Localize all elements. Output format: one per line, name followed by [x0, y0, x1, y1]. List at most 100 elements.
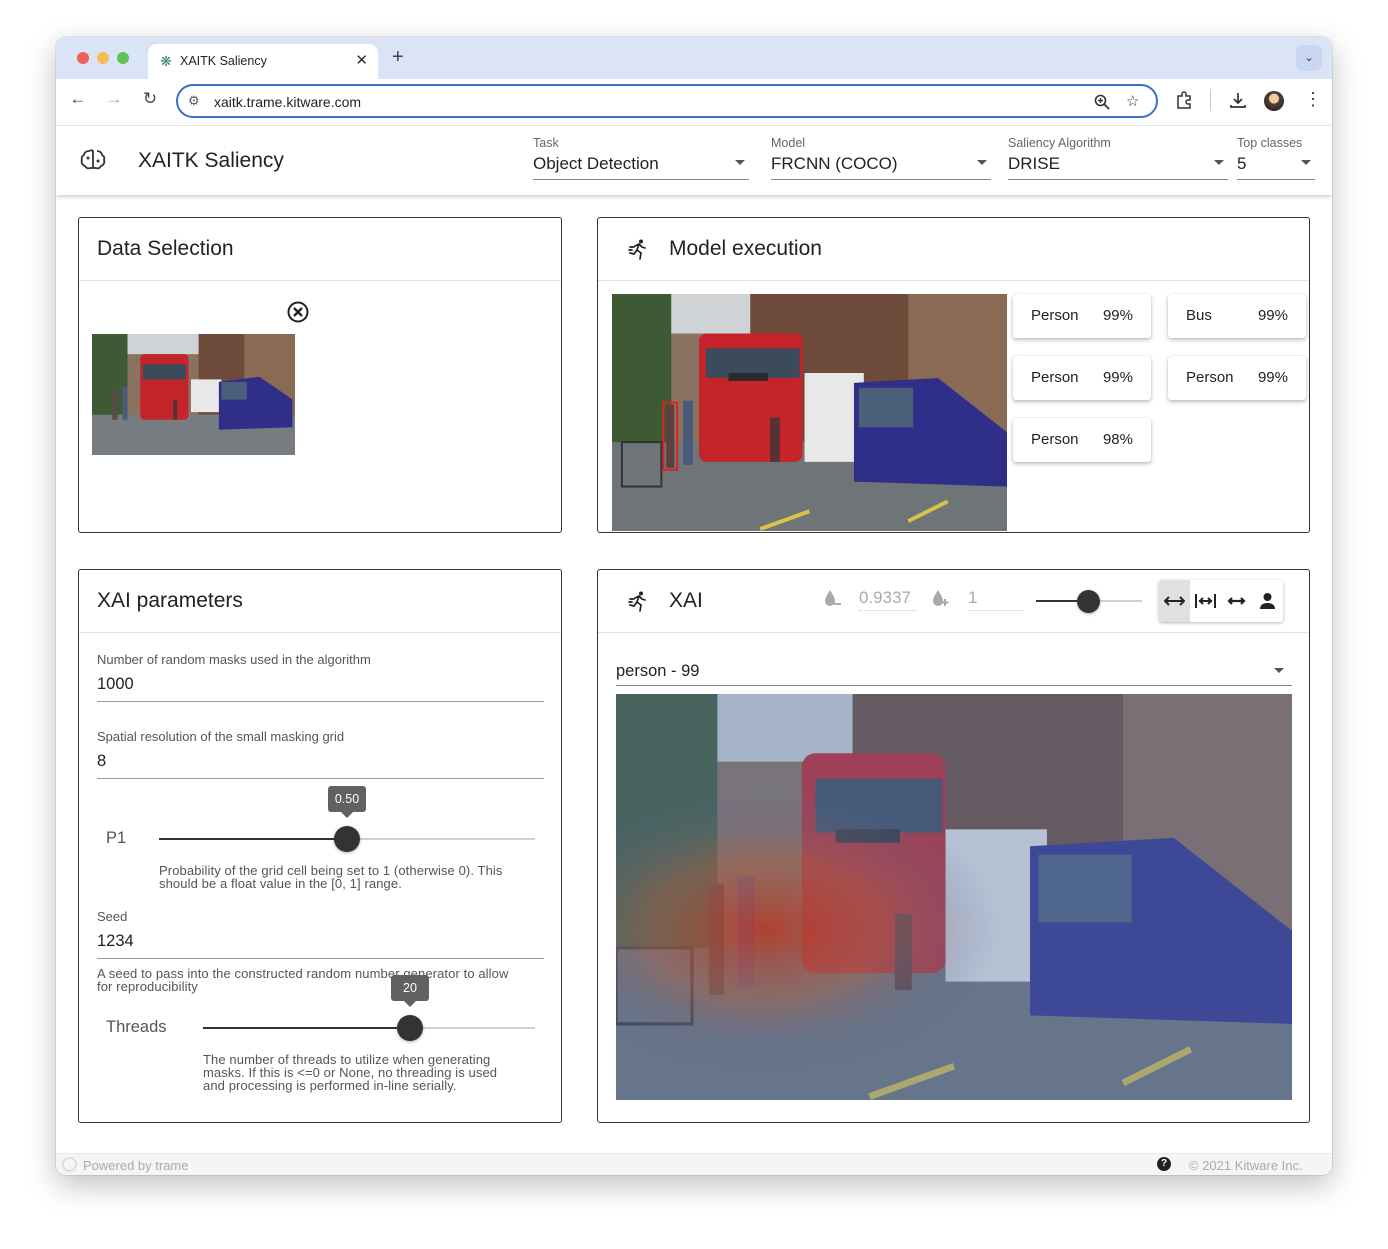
p1-hint-line: should be a float value in the [0, 1] ra… — [159, 876, 402, 891]
person-icon — [1260, 593, 1275, 609]
minimize-window-button[interactable] — [97, 52, 109, 64]
detection-label: Person — [1031, 431, 1079, 448]
run-icon — [628, 591, 646, 612]
card-header: XAI 0.9337 1 — [598, 570, 1309, 633]
card-title: Model execution — [669, 237, 822, 260]
saliency-algorithm-select[interactable]: Saliency Algorithm DRISE — [1008, 136, 1228, 180]
close-tab-icon[interactable]: ✕ — [355, 51, 368, 69]
model-select[interactable]: Model FRCNN (COCO) — [771, 136, 991, 180]
bookmark-star-icon[interactable]: ☆ — [1126, 92, 1139, 110]
detection-score: 98% — [1102, 431, 1133, 448]
back-arrow-icon[interactable]: ← — [67, 89, 89, 109]
threads-slider-fill — [203, 1027, 409, 1029]
toggle-fit-height-button[interactable] — [1190, 580, 1221, 622]
detection-chip[interactable]: Person 99% — [1013, 356, 1151, 400]
remove-image-icon[interactable] — [287, 301, 309, 323]
task-select-label: Task — [533, 136, 559, 150]
powered-by-text[interactable]: Powered by trame — [83, 1158, 189, 1173]
forward-arrow-icon[interactable]: → — [103, 89, 125, 109]
tab-search-chevron-icon[interactable]: ⌄ — [1296, 45, 1322, 71]
chevron-down-icon[interactable] — [977, 160, 987, 165]
p1-hint: Probability of the grid cell being set t… — [159, 864, 503, 890]
class-select-value[interactable]: person - 99 — [616, 662, 699, 681]
top-classes-label: Top classes — [1237, 136, 1303, 150]
close-window-button[interactable] — [77, 52, 89, 64]
threads-slider-label: Threads — [106, 1018, 167, 1036]
arrow-expand-horizontal-icon — [1227, 597, 1246, 605]
task-select[interactable]: Task Object Detection — [533, 136, 749, 180]
card-header: Model execution — [598, 218, 1309, 281]
chevron-down-icon[interactable] — [735, 160, 745, 165]
detection-chip[interactable]: Person 99% — [1013, 294, 1151, 338]
seed-hint-line: for reproducibility — [97, 979, 198, 994]
address-bar[interactable]: ⚙ xaitk.trame.kitware.com ☆ — [176, 84, 1158, 118]
max-value-underline — [968, 610, 1023, 611]
saliency-select-label: Saliency Algorithm — [1008, 136, 1111, 150]
url-text[interactable]: xaitk.trame.kitware.com — [214, 94, 361, 110]
detection-image — [612, 294, 1007, 531]
masks-field-label: Number of random masks used in the algor… — [97, 652, 371, 667]
brain-icon — [80, 149, 106, 170]
toggle-expand-button[interactable] — [1221, 580, 1252, 622]
input-image-thumbnail[interactable] — [92, 334, 295, 455]
new-tab-icon[interactable]: + — [392, 46, 404, 69]
grid-field-label: Spatial resolution of the small masking … — [97, 729, 345, 744]
maximize-window-button[interactable] — [117, 52, 129, 64]
profile-avatar[interactable] — [1264, 91, 1284, 111]
card-header: XAI parameters — [79, 570, 561, 633]
toggle-fit-width-button[interactable] — [1159, 580, 1190, 622]
reload-icon[interactable]: ↻ — [139, 89, 161, 109]
max-value-input[interactable]: 1 — [968, 588, 977, 608]
seed-hint: A seed to pass into the constructed rand… — [97, 967, 508, 993]
threads-hint-line: and processing is performed in-line seri… — [203, 1078, 457, 1093]
card-title: XAI — [669, 589, 703, 612]
detection-chip[interactable]: Person 99% — [1168, 356, 1306, 400]
detection-chip[interactable]: Person 98% — [1013, 418, 1151, 462]
grid-input[interactable]: 8 — [97, 752, 106, 771]
opacity-slider-thumb[interactable] — [1077, 590, 1100, 613]
browser-toolbar: ← → ↻ ⚙ xaitk.trame.kitware.com ☆ ⋮ — [56, 79, 1332, 125]
min-value-underline — [859, 610, 917, 611]
app-header: XAITK Saliency Task Object Detection Mod… — [56, 125, 1332, 195]
min-value-input[interactable]: 0.9337 — [859, 588, 911, 608]
arrow-left-right-icon — [1164, 596, 1185, 606]
chevron-down-icon[interactable] — [1214, 160, 1224, 165]
zoom-icon[interactable] — [1094, 94, 1110, 110]
masks-input[interactable]: 1000 — [97, 675, 134, 694]
model-select-value[interactable]: FRCNN (COCO) — [771, 154, 991, 174]
model-select-label: Model — [771, 136, 806, 150]
p1-slider-fill — [159, 838, 347, 840]
toggle-person-button[interactable] — [1252, 580, 1283, 622]
opacity-max-icon — [933, 590, 949, 606]
download-icon[interactable] — [1229, 91, 1247, 109]
trame-favicon-icon: ❋ — [160, 53, 172, 69]
detection-label: Bus — [1186, 307, 1212, 324]
detection-chip[interactable]: Bus 99% — [1168, 294, 1306, 338]
site-settings-icon[interactable]: ⚙ — [188, 93, 200, 109]
seed-input[interactable]: 1234 — [97, 932, 134, 951]
extensions-icon[interactable] — [1175, 91, 1193, 109]
browser-tab[interactable]: ❋ XAITK Saliency ✕ — [148, 44, 378, 79]
tab-strip: ❋ XAITK Saliency ✕ + ⌄ — [56, 37, 1332, 79]
tab-title: XAITK Saliency — [180, 54, 267, 68]
more-menu-icon[interactable]: ⋮ — [1304, 89, 1322, 110]
threads-slider-thumb[interactable] — [397, 1015, 423, 1041]
divider — [1210, 89, 1211, 111]
p1-slider-tooltip: 0.50 — [328, 786, 366, 818]
detection-score: 99% — [1257, 307, 1288, 324]
top-classes-select[interactable]: Top classes 5 — [1237, 136, 1315, 180]
help-icon[interactable]: ? — [1157, 1157, 1171, 1171]
copyright-text: © 2021 Kitware Inc. — [1189, 1158, 1303, 1173]
chevron-down-icon[interactable] — [1274, 668, 1284, 673]
class-select[interactable]: person - 99 — [616, 656, 1292, 686]
run-icon — [628, 239, 646, 260]
data-selection-card: Data Selection — [78, 217, 562, 533]
saliency-select-value[interactable]: DRISE — [1008, 154, 1228, 174]
saliency-heatmap-image — [616, 694, 1292, 1100]
task-select-value[interactable]: Object Detection — [533, 154, 749, 174]
model-execution-card: Model execution Person 99% Bus 99% Perso… — [597, 217, 1310, 533]
chevron-down-icon[interactable] — [1301, 160, 1311, 165]
detection-label: Person — [1186, 369, 1234, 386]
browser-window: ❋ XAITK Saliency ✕ + ⌄ ← → ↻ ⚙ xaitk.tra… — [56, 37, 1332, 1175]
p1-slider-thumb[interactable] — [334, 826, 360, 852]
